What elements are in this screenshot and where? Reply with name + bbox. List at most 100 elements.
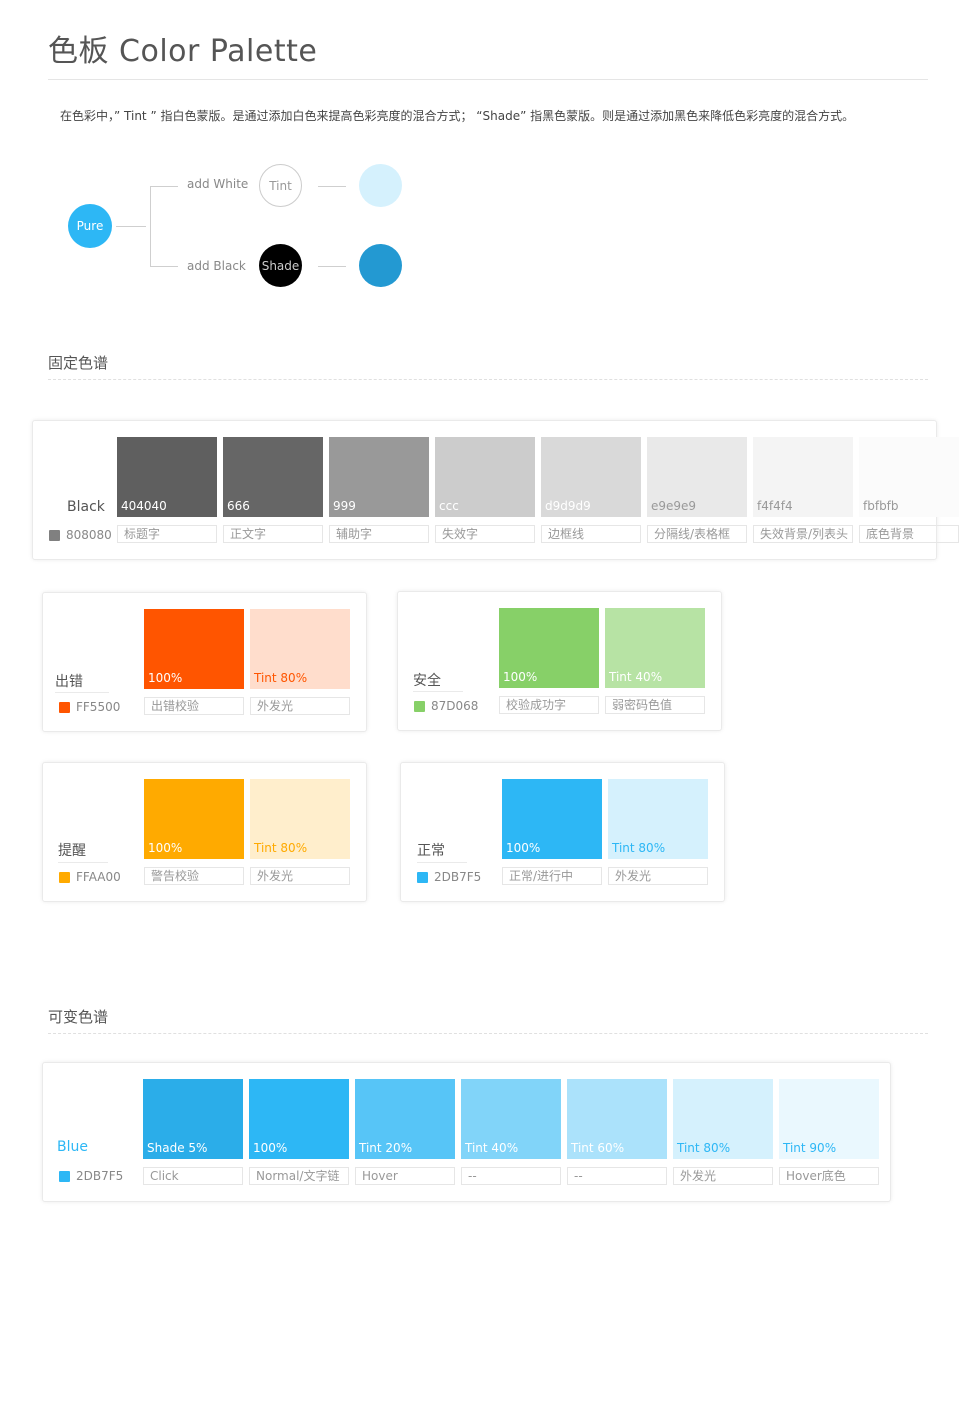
swatch-caption: 校验成功字 (499, 696, 599, 714)
swatch-label: Tint 90% (783, 1141, 837, 1155)
swatch-caption: Normal/文字链 (249, 1167, 349, 1185)
color-swatch: 100% (502, 779, 602, 859)
group-hex: 2DB7F5 (59, 1169, 123, 1183)
swatch-caption: 正常/进行中 (502, 867, 602, 885)
tint-label: Tint (269, 178, 292, 193)
shade-circle: Shade (259, 244, 302, 287)
swatch-caption: 失效背景/列表头 (753, 525, 853, 543)
color-swatch: Shade 5% (143, 1079, 243, 1159)
swatch-caption: 分隔线/表格框 (647, 525, 747, 543)
color-swatch: 999 (329, 437, 429, 517)
swatch-label: Tint 40% (609, 670, 663, 684)
swatch-caption: 正文字 (223, 525, 323, 543)
color-swatch: 100% (499, 608, 599, 688)
color-swatch: Tint 60% (567, 1079, 667, 1159)
swatch-label: Tint 20% (359, 1141, 413, 1155)
swatch-label: fbfbfb (863, 499, 899, 513)
page-title: 色板 Color Palette (48, 34, 318, 69)
group-name: Blue (57, 1139, 88, 1155)
hex-color-chip (59, 871, 70, 883)
swatch-label: 999 (333, 499, 356, 513)
swatch-label: e9e9e9 (651, 499, 697, 513)
swatch-label: Tint 80% (254, 671, 308, 685)
blue-palette-panel: Blue 2DB7F5 Shade 5% Click 100% Normal/文字链 T… (42, 1062, 891, 1202)
color-swatch: Tint 80% (250, 609, 350, 689)
swatch-label: ccc (439, 499, 459, 513)
swatch-label: Shade 5% (147, 1141, 208, 1155)
swatch-caption: -- (461, 1167, 561, 1185)
pure-circle: Pure (68, 204, 112, 248)
color-swatch: e9e9e9 (647, 437, 747, 517)
swatch-caption: 底色背景 (859, 525, 959, 543)
swatch-label: f4f4f4 (757, 499, 793, 513)
hex-color-chip (417, 871, 428, 883)
group-name: 提醒 (58, 843, 86, 859)
hex-code: 2DB7F5 (434, 870, 482, 884)
color-swatch: Tint 40% (605, 608, 705, 688)
swatch-label: 100% (506, 841, 541, 855)
fixed-palette-divider (48, 379, 928, 380)
branch-bottom-line (150, 266, 178, 267)
color-swatch: 404040 (117, 437, 217, 517)
color-swatch: Tint 80% (673, 1079, 773, 1159)
shade-label: Shade (261, 258, 300, 273)
hex-code: FF5500 (76, 700, 121, 714)
tint-arrow-line (318, 186, 346, 187)
group-name-rule (417, 862, 467, 863)
swatch-caption: 外发光 (673, 1167, 773, 1185)
swatch-caption: 外发光 (250, 697, 350, 715)
swatch-caption: 外发光 (250, 867, 350, 885)
swatch-caption: 出错校验 (144, 697, 244, 715)
group-hex: 87D068 (414, 699, 478, 713)
group-hex: FFAA00 (59, 870, 121, 884)
intro-text: 在色彩中，” Tint ” 指白色蒙版。是通过添加白色来提高色彩亮度的混合方式；… (60, 109, 855, 123)
error-palette-panel: 出错 FF5500 100% 出错校验 Tint 80% 外发光 (42, 592, 367, 732)
color-swatch: Tint 20% (355, 1079, 455, 1159)
color-swatch: 666 (223, 437, 323, 517)
black-palette-panel: Black 808080 404040 标题字 666 正文字 999 辅助字 ccc 失效字… (32, 420, 959, 560)
color-swatch: 100% (144, 609, 244, 689)
group-name: 出错 (55, 674, 83, 690)
success-palette-panel: 安全 87D068 100% 校验成功字 Tint 40% 弱密码色值 (397, 591, 722, 731)
swatch-caption: 失效字 (435, 525, 535, 543)
swatch-label: Tint 60% (571, 1141, 625, 1155)
color-swatch: Tint 80% (250, 779, 350, 859)
group-name-rule (55, 692, 109, 693)
color-swatch: f4f4f4 (753, 437, 853, 517)
color-swatch: Tint 90% (779, 1079, 879, 1159)
swatch-label: Tint 80% (612, 841, 666, 855)
hex-color-chip (59, 1170, 70, 1182)
hex-color-chip (414, 700, 425, 712)
swatch-label: Tint 80% (254, 841, 308, 855)
pure-label: Pure (76, 219, 104, 233)
swatch-caption: 弱密码色值 (605, 696, 705, 714)
hex-code: 808080 (66, 528, 112, 542)
group-name-rule (58, 862, 108, 863)
swatch-label: d9d9d9 (545, 499, 591, 513)
swatch-label: 100% (148, 841, 183, 855)
swatch-caption: 外发光 (608, 867, 708, 885)
swatch-label: Tint 80% (677, 1141, 731, 1155)
swatch-caption: 边框线 (541, 525, 641, 543)
swatch-label: 100% (148, 671, 183, 685)
swatch-caption: Hover (355, 1167, 455, 1185)
hex-code: FFAA00 (76, 870, 121, 884)
title-divider (48, 79, 928, 80)
tint-circle: Tint (259, 164, 302, 207)
branch-vertical-line (150, 186, 151, 266)
group-hex: FF5500 (59, 700, 120, 714)
group-name: 安全 (413, 673, 441, 689)
hex-color-chip (59, 701, 70, 713)
swatch-caption: Click (143, 1167, 243, 1185)
variable-palette-divider (48, 1033, 928, 1034)
swatch-caption: 警告校验 (144, 867, 244, 885)
warning-palette-panel: 提醒 FFAA00 100% 警告校验 Tint 80% 外发光 (42, 762, 367, 902)
swatch-caption: 辅助字 (329, 525, 429, 543)
group-hex: 808080 (49, 528, 112, 542)
connector-line (116, 226, 146, 227)
swatch-label: 404040 (121, 499, 167, 513)
swatch-label: 666 (227, 499, 250, 513)
swatch-caption: -- (567, 1167, 667, 1185)
add-black-label: add Black (187, 259, 246, 273)
fixed-palette-title: 固定色谱 (48, 354, 109, 372)
